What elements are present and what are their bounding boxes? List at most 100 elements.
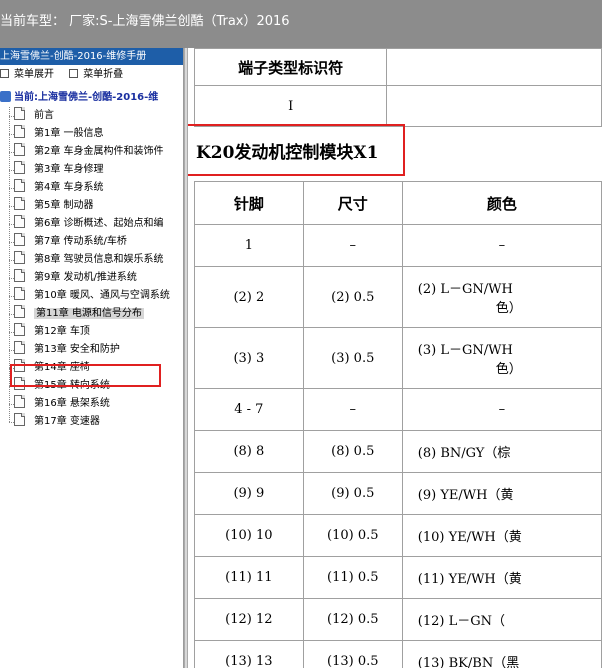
size-cell: – (302, 388, 403, 431)
connector-type-header-blank (386, 48, 602, 86)
document-icon (14, 269, 25, 282)
sidebar-chapter-item[interactable]: 第17章 变速器 (0, 413, 183, 431)
chapter-label: 第16章 悬架系统 (34, 398, 110, 409)
color-cell: (13) BK/BN（黑 (401, 640, 602, 668)
pin-cell: (11) 11 (194, 556, 304, 599)
chapter-label: 第10章 暖风、通风与空调系统 (34, 290, 170, 301)
table-row: (13) 13 (13) 0.5 (13) BK/BN（黑 (194, 640, 602, 668)
chapter-label: 第14章 座椅 (34, 362, 90, 373)
sidebar: 上海雪佛兰-创酷-2016-维修手册 菜单展开 菜单折叠 当前:上海雪佛兰-创酷… (0, 48, 184, 668)
connector-type-header: 端子类型标识符 (193, 48, 388, 86)
sidebar-chapter-item[interactable]: 第11章 电源和信号分布 (0, 305, 183, 323)
table-row: (3) 3 (3) 0.5 (3) L－GN/WH 色） (194, 327, 602, 389)
document-icon (14, 143, 25, 156)
size-cell: (11) 0.5 (302, 556, 403, 599)
chapter-label: 第13章 安全和防护 (34, 344, 120, 355)
table-row: 4 - 7– – (194, 388, 602, 431)
color-value-continued: 色） (495, 301, 522, 316)
size-header: 尺寸 (302, 181, 403, 225)
size-cell: (10) 0.5 (302, 514, 403, 557)
document-icon (14, 323, 25, 336)
chapter-tree: 前言第1章 一般信息第2章 车身金属构件和装饰件 第3章 车身修理 第4章 车身系统… (0, 107, 183, 431)
sidebar-chapter-item[interactable]: 第2章 车身金属构件和装饰件 (0, 143, 183, 161)
document-icon (14, 179, 25, 192)
chapter-label: 第7章 传动系统/车桥 (34, 236, 127, 247)
content-pane: 端子类型标识符 I K20发动机控制模块X1 针脚 尺寸 颜色 1– – (2) 2… (188, 48, 602, 668)
color-cell: (11) YE/WH（黄 (401, 556, 602, 599)
top-title-bar: 当前车型： 厂家:S-上海雪佛兰创酷（Trax）2016 (0, 0, 602, 48)
color-value: (10) YE/WH（黄 (417, 530, 522, 545)
document-icon (14, 197, 25, 210)
sidebar-chapter-item[interactable]: 第3章 车身修理 (0, 161, 183, 179)
sidebar-chapter-item[interactable]: 第1章 一般信息 (0, 125, 183, 143)
chapter-label: 第8章 驾驶员信息和娱乐系统 (34, 254, 164, 265)
table-row: (9) 9 (9) 0.5 (9) YE/WH（黄 (194, 472, 602, 515)
size-cell: (13) 0.5 (302, 640, 403, 668)
connector-type-table: 端子类型标识符 I (193, 48, 602, 127)
color-cell: – (401, 388, 602, 431)
chapter-label: 第6章 诊断概述、起始点和编 (34, 218, 164, 229)
chapter-label: 第17章 变速器 (34, 416, 100, 427)
tree-root[interactable]: 当前:上海雪佛兰-创酷-2016-维 (0, 89, 183, 107)
chapter-label: 前言 (34, 110, 54, 121)
sidebar-chapter-item[interactable]: 第7章 传动系统/车桥 (0, 233, 183, 251)
chapter-label: 第11章 电源和信号分布 (34, 308, 144, 319)
size-cell: (9) 0.5 (302, 472, 403, 515)
pin-cell: (2) 2 (194, 266, 304, 328)
color-cell: (3) L－GN/WH 色） (401, 327, 602, 389)
document-icon (14, 233, 25, 246)
chapter-label: 第4章 车身系统 (34, 182, 104, 193)
sidebar-chapter-item[interactable]: 第6章 诊断概述、起始点和编 (0, 215, 183, 233)
sidebar-chapter-item[interactable]: 前言 (0, 107, 183, 125)
table-row: (2) 2 (2) 0.5 (2) L－GN/WH 色） (194, 266, 602, 328)
color-value: (8) BN/GY（棕 (417, 446, 511, 461)
document-icon (14, 215, 25, 228)
collapse-menu-button[interactable]: 菜单折叠 (69, 65, 123, 85)
color-cell: (12) L－GN（ (401, 598, 602, 641)
pin-cell: (10) 10 (194, 514, 304, 557)
sidebar-chapter-item[interactable]: 第4章 车身系统 (0, 179, 183, 197)
sidebar-chapter-item[interactable]: 第10章 暖风、通风与空调系统 (0, 287, 183, 305)
pin-table: 针脚 尺寸 颜色 1– – (2) 2 (2) 0.5 (2) L－GN/WH 色） (3)… (194, 181, 602, 668)
sidebar-chapter-item[interactable]: 第14章 座椅 (0, 359, 183, 377)
document-icon (14, 287, 25, 300)
color-value: – (498, 238, 506, 253)
color-value: (9) YE/WH（黄 (417, 488, 514, 503)
sidebar-chapter-item[interactable]: 第5章 制动器 (0, 197, 183, 215)
chapter-label: 第12章 车顶 (34, 326, 90, 337)
pin-cell: (8) 8 (194, 430, 304, 473)
expand-menu-button[interactable]: 菜单展开 (0, 65, 54, 85)
expand-box-icon (0, 69, 9, 78)
sidebar-chapter-item[interactable]: 第16章 悬架系统 (0, 395, 183, 413)
sidebar-chapter-item[interactable]: 第13章 安全和防护 (0, 341, 183, 359)
document-icon (14, 377, 25, 390)
chapter-label: 第15章 转向系统 (34, 380, 110, 391)
color-cell: (2) L－GN/WH 色） (401, 266, 602, 328)
color-value-continued: 色） (495, 362, 522, 377)
chapter-label: 第3章 车身修理 (34, 164, 104, 175)
document-icon (14, 251, 25, 264)
book-icon (0, 91, 11, 102)
sidebar-chapter-item[interactable]: 第15章 转向系统 (0, 377, 183, 395)
sidebar-chapter-item[interactable]: 第12章 车顶 (0, 323, 183, 341)
color-cell: – (401, 224, 602, 267)
color-value: (12) L－GN（ (417, 614, 506, 629)
document-icon (14, 359, 25, 372)
document-icon (14, 305, 25, 318)
color-value: (2) L－GN/WH (417, 282, 513, 297)
pin-cell: (9) 9 (194, 472, 304, 515)
chapter-label: 第5章 制动器 (34, 200, 94, 211)
pin-cell: (3) 3 (194, 327, 304, 389)
chapter-label: 第2章 车身金属构件和装饰件 (34, 146, 164, 157)
sidebar-chapter-item[interactable]: 第9章 发动机/推进系统 (0, 269, 183, 287)
section-title: K20发动机控制模块X1 (196, 143, 379, 163)
sidebar-chapter-item[interactable]: 第8章 驾驶员信息和娱乐系统 (0, 251, 183, 269)
pin-cell: (13) 13 (194, 640, 304, 668)
collapse-box-icon (69, 69, 79, 78)
document-icon (14, 395, 25, 408)
chapter-label: 第9章 发动机/推进系统 (34, 272, 137, 283)
color-header: 颜色 (401, 181, 602, 225)
document-icon (14, 107, 25, 120)
pin-cell: (12) 12 (194, 598, 304, 641)
table-row: (8) 8 (8) 0.5 (8) BN/GY（棕 (194, 430, 602, 473)
